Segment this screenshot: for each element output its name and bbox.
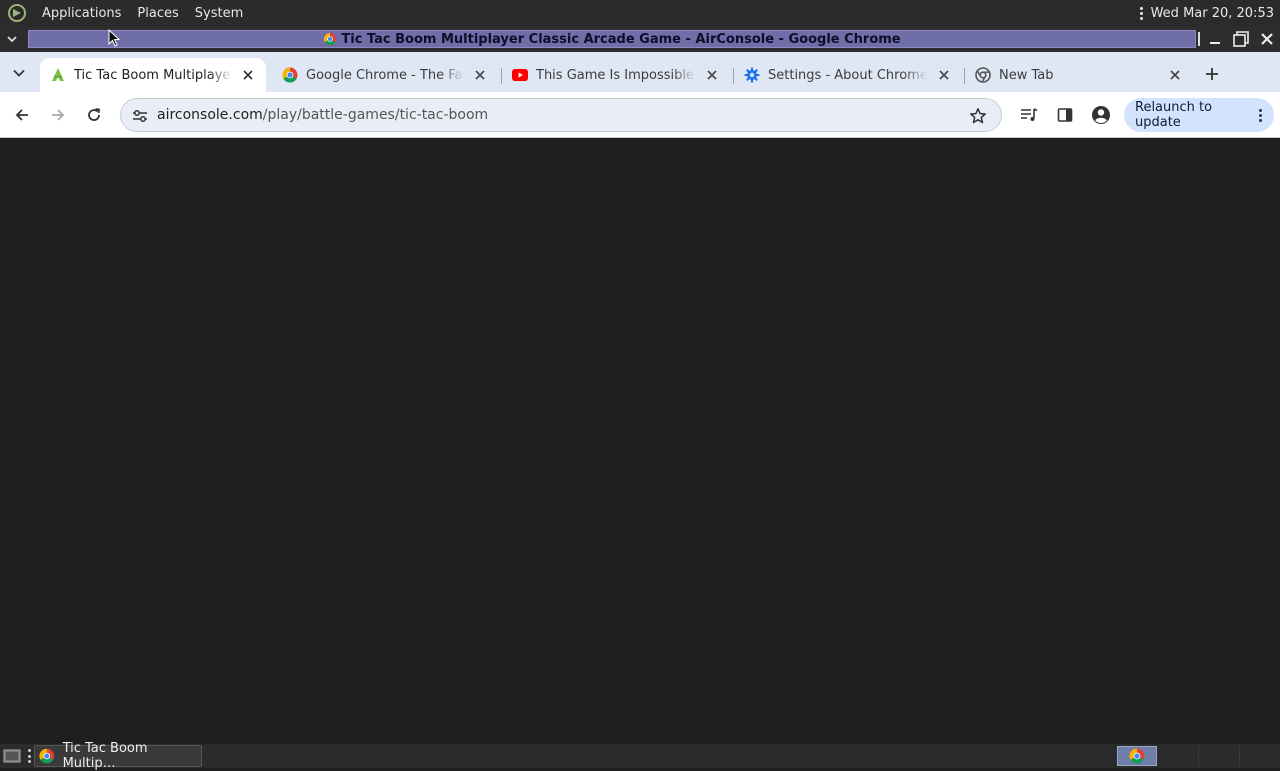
workspace-switcher[interactable] — [1117, 746, 1157, 766]
minimize-button[interactable] — [1202, 26, 1228, 52]
close-tab-icon[interactable] — [238, 65, 258, 85]
youtube-icon — [512, 67, 528, 83]
window-title-text: Tic Tac Boom Multiplayer Classic Arcade … — [341, 31, 901, 47]
tab-youtube-video[interactable]: This Game Is Impossible To Beat — [502, 58, 730, 92]
tab-google-chrome[interactable]: Google Chrome - The Fast & Secure Web Br… — [272, 58, 498, 92]
tab-search-button[interactable] — [6, 60, 32, 86]
side-panel-icon — [1057, 108, 1073, 122]
arrow-left-icon — [15, 109, 28, 121]
plus-icon — [1206, 68, 1218, 80]
menu-places[interactable]: Places — [129, 0, 186, 26]
profile-button[interactable] — [1087, 101, 1115, 129]
window-titlebar[interactable]: Tic Tac Boom Multiplayer Classic Arcade … — [0, 26, 1280, 52]
bottom-panel: Tic Tac Boom Multip… — [0, 741, 1280, 771]
reload-icon — [88, 108, 101, 121]
media-controls-button[interactable] — [1015, 101, 1043, 129]
taskbar-window-button[interactable]: Tic Tac Boom Multip… — [34, 741, 202, 771]
chrome-icon — [324, 32, 337, 46]
close-tab-icon[interactable] — [934, 65, 954, 85]
tab-label: Google Chrome - The Fast & Secure Web Br… — [306, 67, 464, 83]
chrome-icon — [282, 67, 298, 83]
tab-strip: Tic Tac Boom Multiplayer Classic Arcade … — [0, 52, 1280, 92]
airconsole-icon — [50, 67, 66, 83]
titlebar-separator — [1198, 32, 1200, 46]
workspace-divider — [1198, 746, 1199, 766]
settings-gear-icon — [744, 67, 760, 83]
new-tab-button[interactable] — [1200, 62, 1224, 86]
top-panel: Applications Places System Wed Mar 20, 2… — [0, 0, 1280, 26]
close-tab-icon[interactable] — [1165, 65, 1185, 85]
page-content[interactable] — [0, 139, 1280, 744]
relaunch-label: Relaunch to update — [1135, 100, 1213, 130]
tab-settings-about[interactable]: Settings - About Chrome — [734, 58, 962, 92]
tab-tic-tac-boom[interactable]: Tic Tac Boom Multiplayer Classic Arcade … — [40, 58, 266, 92]
chrome-icon — [39, 748, 55, 764]
tab-label: Tic Tac Boom Multiplayer Classic Arcade … — [74, 67, 232, 83]
show-desktop-icon[interactable] — [3, 748, 21, 764]
panel-handle-icon[interactable] — [28, 749, 32, 763]
tab-label: Settings - About Chrome — [768, 67, 928, 83]
chrome-menu-icon[interactable] — [1259, 108, 1262, 123]
browser-toolbar: airconsole.com/play/battle-games/tic-tac… — [0, 92, 1280, 138]
url-domain: airconsole.com — [157, 107, 263, 123]
menu-system[interactable]: System — [187, 0, 251, 26]
chrome-icon — [1129, 748, 1145, 764]
account-avatar-icon — [1092, 106, 1110, 124]
taskbar-window-label: Tic Tac Boom Multip… — [62, 741, 148, 771]
relaunch-to-update-button[interactable]: Relaunch to update — [1124, 98, 1274, 132]
address-bar[interactable]: airconsole.com/play/battle-games/tic-tac… — [120, 98, 1002, 132]
back-button[interactable] — [8, 101, 36, 129]
side-panel-button[interactable] — [1051, 101, 1079, 129]
maximize-button[interactable] — [1228, 26, 1254, 52]
clock[interactable]: Wed Mar 20, 20:53 — [1151, 6, 1280, 21]
site-info-tune-icon[interactable] — [129, 105, 151, 127]
arrow-right-icon — [52, 109, 65, 121]
window-title: Tic Tac Boom Multiplayer Classic Arcade … — [28, 30, 1196, 48]
panel-handle-icon[interactable] — [1137, 6, 1147, 21]
url-text[interactable]: airconsole.com/play/battle-games/tic-tac… — [157, 107, 488, 123]
forward-button[interactable] — [44, 101, 72, 129]
close-window-button[interactable] — [1254, 26, 1280, 52]
media-queue-icon — [1021, 108, 1038, 121]
chevron-down-icon — [13, 69, 25, 77]
menu-applications[interactable]: Applications — [34, 0, 129, 26]
workspace-divider — [1239, 746, 1240, 766]
close-tab-icon[interactable] — [470, 65, 490, 85]
url-path: /play/battle-games/tic-tac-boom — [262, 107, 489, 123]
distro-logo-icon[interactable] — [6, 2, 28, 24]
tab-new-tab[interactable]: New Tab — [965, 58, 1193, 92]
tab-label: New Tab — [999, 67, 1054, 83]
chrome-mono-icon — [975, 67, 991, 83]
bookmark-star-icon[interactable] — [967, 105, 989, 127]
reload-button[interactable] — [80, 101, 108, 129]
close-tab-icon[interactable] — [702, 65, 722, 85]
window-menu-chevron-icon[interactable] — [0, 26, 24, 52]
mouse-cursor-icon — [108, 29, 120, 47]
tab-label: This Game Is Impossible To Beat — [536, 67, 696, 83]
